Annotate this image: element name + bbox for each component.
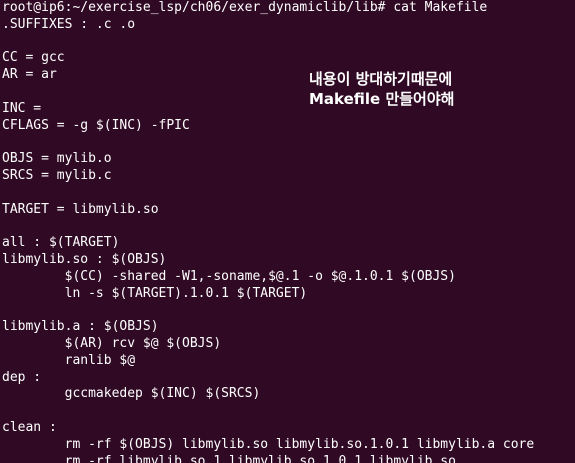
terminal-line: rm -rf $(OBJS) libmylib.so libmylib.so.1… xyxy=(2,436,535,452)
terminal-line: OBJS = mylib.o xyxy=(2,151,112,167)
terminal-line: $(AR) rcv $@ $(OBJS) xyxy=(2,335,222,351)
terminal-line: clean : xyxy=(2,419,57,435)
terminal-line: rm -rf libmylib.so.1 libmylib.so.1.0.1 l… xyxy=(2,453,456,463)
terminal-line: CFLAGS = -g $(INC) -fPIC xyxy=(2,117,190,133)
terminal-line: ranlib $@ xyxy=(2,352,136,368)
annotation-line: Makefile 만들어야해 xyxy=(309,90,455,108)
terminal-line: CC = gcc xyxy=(2,50,65,66)
annotation-line: 내용이 방대하기때문에 xyxy=(309,70,453,88)
terminal-line-prompt: root@ip6:~/exercise_lsp/ch06/exer_dynami… xyxy=(2,0,488,15)
terminal-line: .SUFFIXES : .c .o xyxy=(2,16,136,32)
terminal-line: $(CC) -shared -W1,-soname,$@.1 -o $@.1.0… xyxy=(2,268,456,284)
terminal-line: libmylib.a : $(OBJS) xyxy=(2,319,159,335)
terminal-window[interactable]: root@ip6:~/exercise_lsp/ch06/exer_dynami… xyxy=(0,0,575,463)
terminal-line: SRCS = mylib.c xyxy=(2,167,112,183)
annotation-note: 내용이 방대하기때문에 Makefile 만들어야해 xyxy=(309,69,549,109)
terminal-line: dep : xyxy=(2,369,42,385)
terminal-line: libmylib.so : $(OBJS) xyxy=(2,251,167,267)
terminal-line: TARGET = libmylib.so xyxy=(2,201,159,217)
terminal-line: ln -s $(TARGET).1.0.1 $(TARGET) xyxy=(2,285,308,301)
terminal-line: gccmakedep $(INC) $(SRCS) xyxy=(2,386,261,402)
terminal-line: all : $(TARGET) xyxy=(2,235,120,251)
